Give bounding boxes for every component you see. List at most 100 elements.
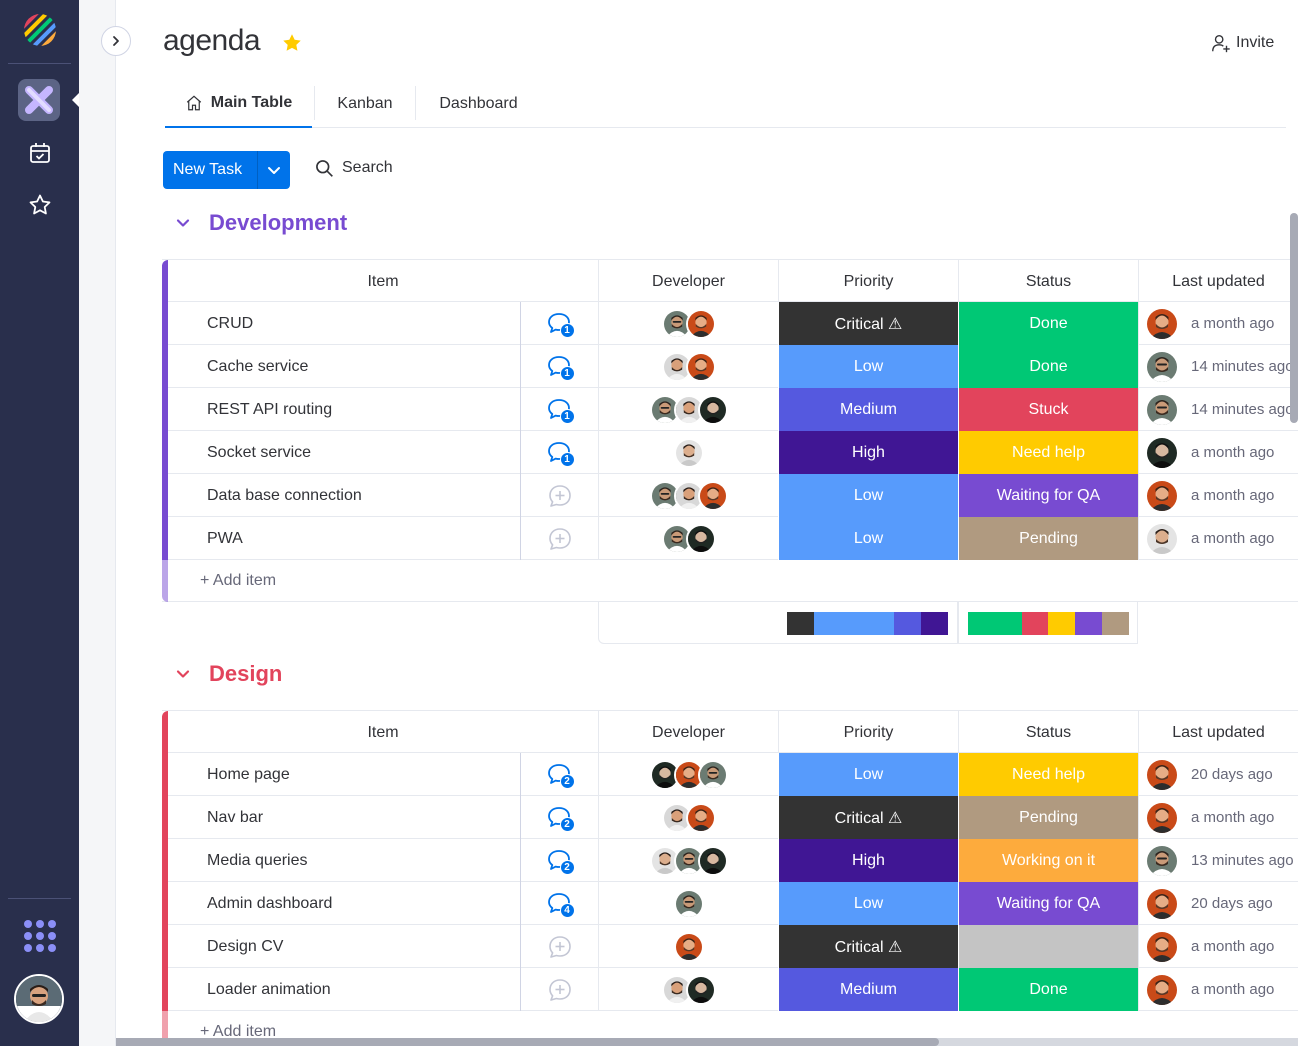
priority-label[interactable]: Low: [778, 753, 958, 796]
brand-logo-icon[interactable]: [22, 12, 58, 48]
developer-cell[interactable]: [598, 968, 778, 1011]
status-label[interactable]: Done: [958, 345, 1138, 388]
priority-summary[interactable]: [598, 602, 958, 644]
group-title[interactable]: Development: [209, 210, 347, 236]
search-button[interactable]: Search: [314, 158, 393, 178]
priority-label[interactable]: Critical ⚠: [778, 925, 958, 968]
apps-grid-icon[interactable]: [24, 920, 56, 952]
updates-cell[interactable]: 4: [520, 882, 598, 925]
add-item-row[interactable]: + Add item: [162, 560, 1298, 602]
developer-cell[interactable]: [598, 753, 778, 796]
table-row[interactable]: Nav bar 2 Critical ⚠ Pending a month ago: [162, 796, 1298, 839]
conversation-icon[interactable]: 1: [546, 439, 575, 467]
conversation-icon[interactable]: 2: [546, 761, 575, 789]
column-header-item[interactable]: Item: [168, 260, 598, 303]
add-update-icon[interactable]: [546, 525, 574, 553]
column-header-last-updated[interactable]: Last updated: [1138, 260, 1298, 303]
invite-button[interactable]: Invite: [1210, 32, 1274, 54]
column-header-status[interactable]: Status: [958, 260, 1138, 303]
updates-cell[interactable]: 1: [520, 431, 598, 474]
column-header-last-updated[interactable]: Last updated: [1138, 711, 1298, 754]
my-work-calendar-icon[interactable]: [26, 139, 54, 167]
column-header-priority[interactable]: Priority: [778, 260, 958, 303]
developer-avatars[interactable]: [649, 845, 728, 876]
new-task-dropdown-button[interactable]: [257, 151, 290, 189]
collapse-group-chevron-icon[interactable]: [175, 666, 191, 682]
expand-panel-button[interactable]: [101, 26, 131, 56]
updated-by-avatar[interactable]: [1147, 308, 1177, 339]
developer-avatar[interactable]: [673, 437, 704, 468]
status-label[interactable]: Waiting for QA: [958, 474, 1138, 517]
developer-avatars[interactable]: [661, 523, 716, 554]
developer-cell[interactable]: [598, 474, 778, 517]
workspace-button[interactable]: [18, 79, 60, 121]
updates-cell[interactable]: [520, 968, 598, 1011]
vertical-scrollbar[interactable]: [1290, 213, 1298, 423]
updates-cell[interactable]: [520, 517, 598, 560]
developer-avatar[interactable]: [673, 931, 704, 962]
item-name[interactable]: Nav bar: [168, 796, 520, 839]
item-name[interactable]: CRUD: [168, 302, 520, 345]
developer-avatars[interactable]: [661, 974, 716, 1005]
priority-label[interactable]: Medium: [778, 968, 958, 1011]
add-item-input[interactable]: + Add item: [200, 560, 276, 602]
status-label[interactable]: Pending: [958, 517, 1138, 560]
updated-by-avatar[interactable]: [1147, 394, 1177, 425]
updates-cell[interactable]: 2: [520, 839, 598, 882]
conversation-icon[interactable]: 1: [546, 310, 575, 338]
developer-avatars[interactable]: [649, 759, 728, 790]
horizontal-scrollbar-thumb[interactable]: [116, 1038, 939, 1046]
status-summary[interactable]: [958, 602, 1138, 644]
item-name[interactable]: Design CV: [168, 925, 520, 968]
table-row[interactable]: REST API routing 1 Medium Stuck 14 minutes…: [162, 388, 1298, 431]
column-header-priority[interactable]: Priority: [778, 711, 958, 754]
item-name[interactable]: REST API routing: [168, 388, 520, 431]
priority-label[interactable]: High: [778, 431, 958, 474]
status-label[interactable]: Need help: [958, 753, 1138, 796]
updated-by-avatar[interactable]: [1147, 931, 1177, 962]
board-title[interactable]: agenda: [163, 24, 261, 58]
developer-cell[interactable]: [598, 882, 778, 925]
developer-avatars[interactable]: [673, 931, 704, 962]
add-update-icon[interactable]: [546, 976, 574, 1004]
updated-by-avatar[interactable]: [1147, 802, 1177, 833]
updates-cell[interactable]: 2: [520, 753, 598, 796]
column-header-developer[interactable]: Developer: [598, 260, 778, 303]
developer-avatar[interactable]: [673, 888, 704, 919]
priority-label[interactable]: Low: [778, 882, 958, 925]
item-name[interactable]: Data base connection: [168, 474, 520, 517]
developer-avatar[interactable]: [685, 308, 716, 339]
tab-dashboard[interactable]: Dashboard: [416, 80, 541, 128]
updates-cell[interactable]: 1: [520, 302, 598, 345]
developer-avatars[interactable]: [661, 802, 716, 833]
item-name[interactable]: Media queries: [168, 839, 520, 882]
item-name[interactable]: Cache service: [168, 345, 520, 388]
table-row[interactable]: Design CV Critical ⚠ a month ago: [162, 925, 1298, 968]
developer-cell[interactable]: [598, 517, 778, 560]
new-task-button[interactable]: New Task: [163, 151, 290, 189]
updated-by-avatar[interactable]: [1147, 480, 1177, 511]
priority-label[interactable]: Low: [778, 517, 958, 560]
developer-avatar[interactable]: [697, 480, 728, 511]
developer-avatar[interactable]: [685, 523, 716, 554]
developer-avatar[interactable]: [685, 974, 716, 1005]
updated-by-avatar[interactable]: [1147, 974, 1177, 1005]
status-label[interactable]: Pending: [958, 796, 1138, 839]
table-row[interactable]: PWA Low Pending a month ago: [162, 517, 1298, 560]
developer-cell[interactable]: [598, 431, 778, 474]
updated-by-avatar[interactable]: [1147, 759, 1177, 790]
updated-by-avatar[interactable]: [1147, 845, 1177, 876]
developer-avatars[interactable]: [661, 308, 716, 339]
developer-avatar[interactable]: [685, 802, 716, 833]
table-row[interactable]: CRUD 1 Critical ⚠ Done a month ago: [162, 302, 1298, 345]
group-title[interactable]: Design: [209, 661, 282, 687]
developer-cell[interactable]: [598, 388, 778, 431]
status-label[interactable]: Need help: [958, 431, 1138, 474]
item-name[interactable]: Home page: [168, 753, 520, 796]
priority-label[interactable]: Low: [778, 345, 958, 388]
table-row[interactable]: Loader animation Medium Done a month ago: [162, 968, 1298, 1011]
updates-cell[interactable]: 1: [520, 388, 598, 431]
add-update-icon[interactable]: [546, 933, 574, 961]
item-name[interactable]: Socket service: [168, 431, 520, 474]
developer-cell[interactable]: [598, 925, 778, 968]
